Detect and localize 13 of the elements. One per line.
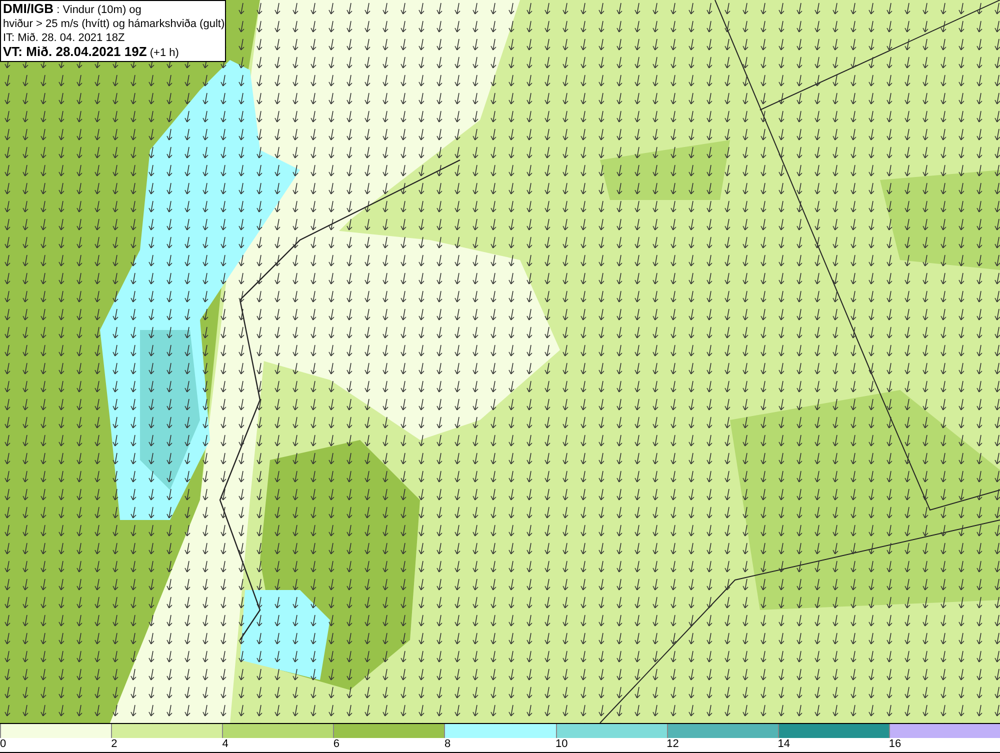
info-text: hviður > 25 m/s (hvítt) og hámarkshviða (gult) [3,17,223,31]
legend-label: 14 [778,738,790,751]
info-text: IT: Mið. 28. 04. 2021 18Z [3,31,126,45]
legend-label: 12 [666,738,679,751]
legend-label: 4 [222,738,228,751]
legend-label: 10 [556,738,568,751]
legend-label: 0 [0,738,6,751]
info-text: DMI/IGB : Vindur (10m) og [3,2,142,17]
legend-label: 8 [444,738,451,751]
legend-label: 2 [111,738,118,751]
legend-label: 6 [333,738,340,751]
legend-label: 16 [888,738,902,751]
info-text: VT: Mið. 28.04.2021 19Z (+1 h) [3,45,180,60]
